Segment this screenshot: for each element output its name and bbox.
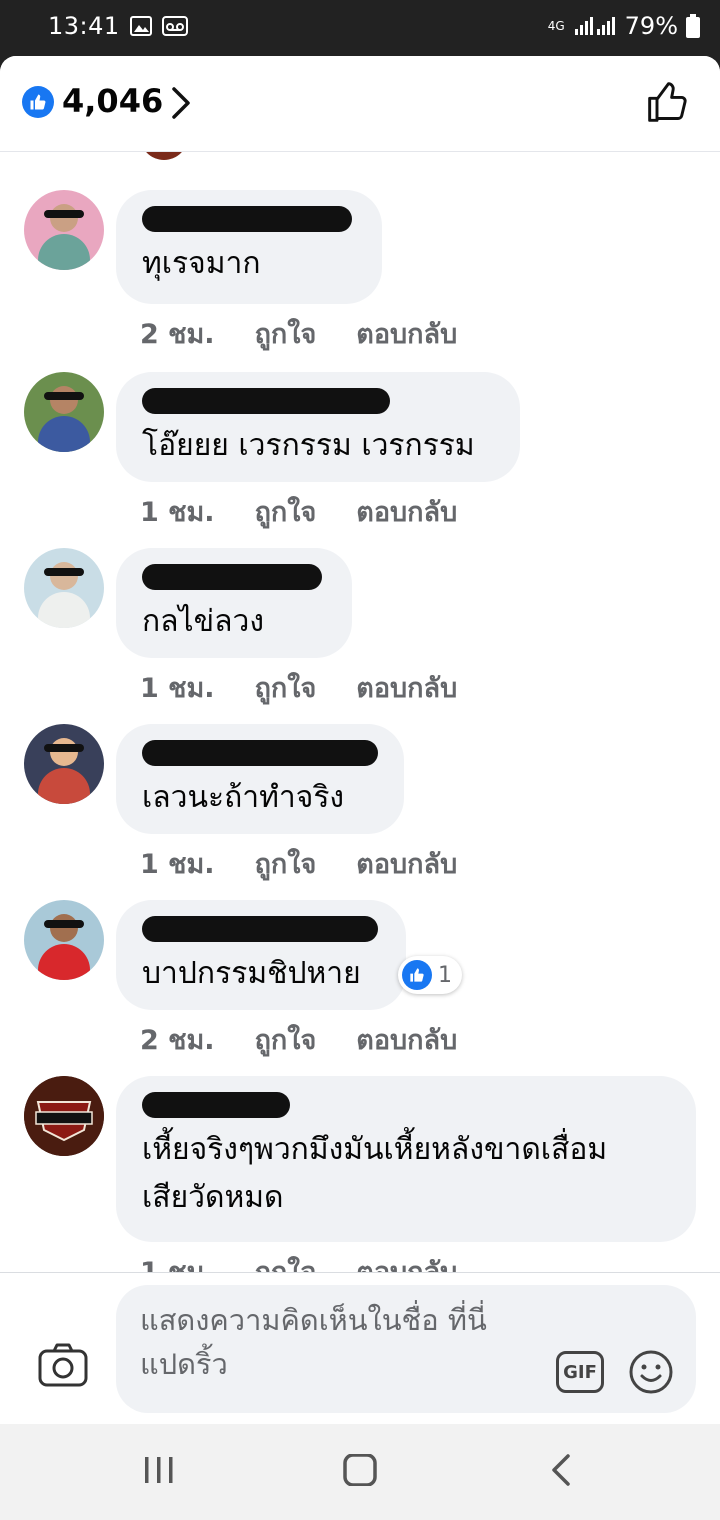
comment-bubble: กลไข่ลวง <box>116 548 352 658</box>
like-action[interactable]: ถูกใจ <box>255 490 317 533</box>
camera-icon[interactable] <box>38 1343 88 1387</box>
emoji-icon[interactable] <box>628 1349 674 1395</box>
sheet-header: 4,046 <box>0 56 720 152</box>
comment-time: 1 ชม. <box>140 1250 215 1272</box>
comment-actions: 1 ชม. ถูกใจ ตอบกลับ <box>140 842 497 885</box>
redacted-author-name <box>142 740 378 766</box>
comments-sheet: 4,046 ทุเรจมาก 2 ชม. ถูกใจ ตอบกลับ โอ๊ยย… <box>0 56 720 1424</box>
home-icon[interactable] <box>342 1454 378 1486</box>
redacted-author-name <box>142 206 352 232</box>
comment-text: กลไข่ลวง <box>142 604 265 639</box>
comment-input[interactable]: แสดงความคิดเห็นในชื่อ ที่นี่แปดริ้ว GIF <box>116 1285 696 1413</box>
reply-action[interactable]: ตอบกลับ <box>356 312 457 355</box>
gif-icon[interactable]: GIF <box>556 1351 604 1393</box>
reply-action[interactable]: ตอบกลับ <box>356 1250 457 1272</box>
comment-actions: 1 ชม. ถูกใจ ตอบกลับ <box>140 666 497 709</box>
comment-actions: 2 ชม. ถูกใจ ตอบกลับ <box>140 1018 497 1061</box>
like-action[interactable]: ถูกใจ <box>255 1250 317 1272</box>
like-icon <box>22 86 54 118</box>
comment-time: 1 ชม. <box>140 849 215 880</box>
like-action[interactable]: ถูกใจ <box>255 666 317 709</box>
comment-text: โอ๊ยยย เวรกรรม เวรกรรม <box>142 428 475 463</box>
like-action[interactable]: ถูกใจ <box>255 312 317 355</box>
avatar[interactable] <box>24 372 104 452</box>
comment-time: 2 ชม. <box>140 1025 215 1056</box>
like-action[interactable]: ถูกใจ <box>255 1018 317 1061</box>
redacted-author-name <box>142 1092 290 1118</box>
redacted-author-name <box>142 916 378 942</box>
battery-icon <box>686 14 700 38</box>
redacted-author-name <box>142 564 322 590</box>
reaction-count: 1 <box>438 962 452 988</box>
harley-logo <box>24 1076 104 1156</box>
comment-bubble: บาปกรรมชิปหาย <box>116 900 406 1010</box>
network-type: 4G <box>547 19 565 33</box>
comment-text: บาปกรรมชิปหาย <box>142 956 361 991</box>
comment-actions: 1 ชม. ถูกใจ ตอบกลับ <box>140 490 497 533</box>
comment-bubble: เหี้ยจริงๆพวกมึงมันเหี้ยหลังขาดเสื่อม เส… <box>116 1076 696 1242</box>
comment-time: 2 ชม. <box>140 319 215 350</box>
comment-list: ทุเรจมาก 2 ชม. ถูกใจ ตอบกลับ โอ๊ยยย เวรก… <box>0 152 720 1272</box>
comment-composer: แสดงความคิดเห็นในชื่อ ที่นี่แปดริ้ว GIF <box>0 1272 720 1424</box>
comment-actions: 2 ชม. ถูกใจ ตอบกลับ <box>140 312 497 355</box>
like-count[interactable]: 4,046 <box>62 82 163 120</box>
battery-percent: 79% <box>624 12 678 40</box>
status-bar: 13:41 4G 79% <box>0 0 720 56</box>
comment-bubble: เลวนะถ้าทำจริง <box>116 724 404 834</box>
back-icon[interactable] <box>548 1454 574 1486</box>
comment-actions: 1 ชม. ถูกใจ ตอบกลับ <box>140 1250 497 1272</box>
recent-apps-icon[interactable] <box>142 1454 176 1486</box>
avatar[interactable] <box>24 900 104 980</box>
like-action[interactable]: ถูกใจ <box>255 842 317 885</box>
thumbs-up-outline-icon[interactable] <box>646 80 690 124</box>
redacted-author-name <box>142 388 390 414</box>
comment-bubble: โอ๊ยยย เวรกรรม เวรกรรม <box>116 372 520 482</box>
reply-action[interactable]: ตอบกลับ <box>356 490 457 533</box>
status-right: 4G 79% <box>548 12 700 40</box>
signal-icon <box>574 17 615 35</box>
reply-action[interactable]: ตอบกลับ <box>356 1018 457 1061</box>
reply-action[interactable]: ตอบกลับ <box>356 842 457 885</box>
comment-reaction[interactable]: 1 <box>398 956 462 994</box>
comment-input-placeholder: แสดงความคิดเห็นในชื่อ ที่นี่แปดริ้ว <box>140 1303 487 1381</box>
avatar[interactable] <box>24 548 104 628</box>
status-time: 13:41 <box>48 12 120 40</box>
system-nav-bar <box>0 1424 720 1520</box>
avatar[interactable] <box>24 1076 104 1156</box>
chevron-right-icon[interactable] <box>168 86 192 120</box>
reply-action[interactable]: ตอบกลับ <box>356 666 457 709</box>
comment-text: ทุเรจมาก <box>142 246 261 281</box>
avatar[interactable] <box>24 190 104 270</box>
comment-time: 1 ชม. <box>140 673 215 704</box>
avatar[interactable] <box>24 724 104 804</box>
comment-bubble: ทุเรจมาก <box>116 190 382 304</box>
comment-time: 1 ชม. <box>140 497 215 528</box>
comment-text: เลวนะถ้าทำจริง <box>142 780 345 815</box>
image-icon <box>130 16 152 36</box>
comment-text: เหี้ยจริงๆพวกมึงมันเหี้ยหลังขาดเสื่อม เส… <box>142 1132 608 1215</box>
like-icon <box>402 960 432 990</box>
voicemail-icon <box>162 16 188 36</box>
